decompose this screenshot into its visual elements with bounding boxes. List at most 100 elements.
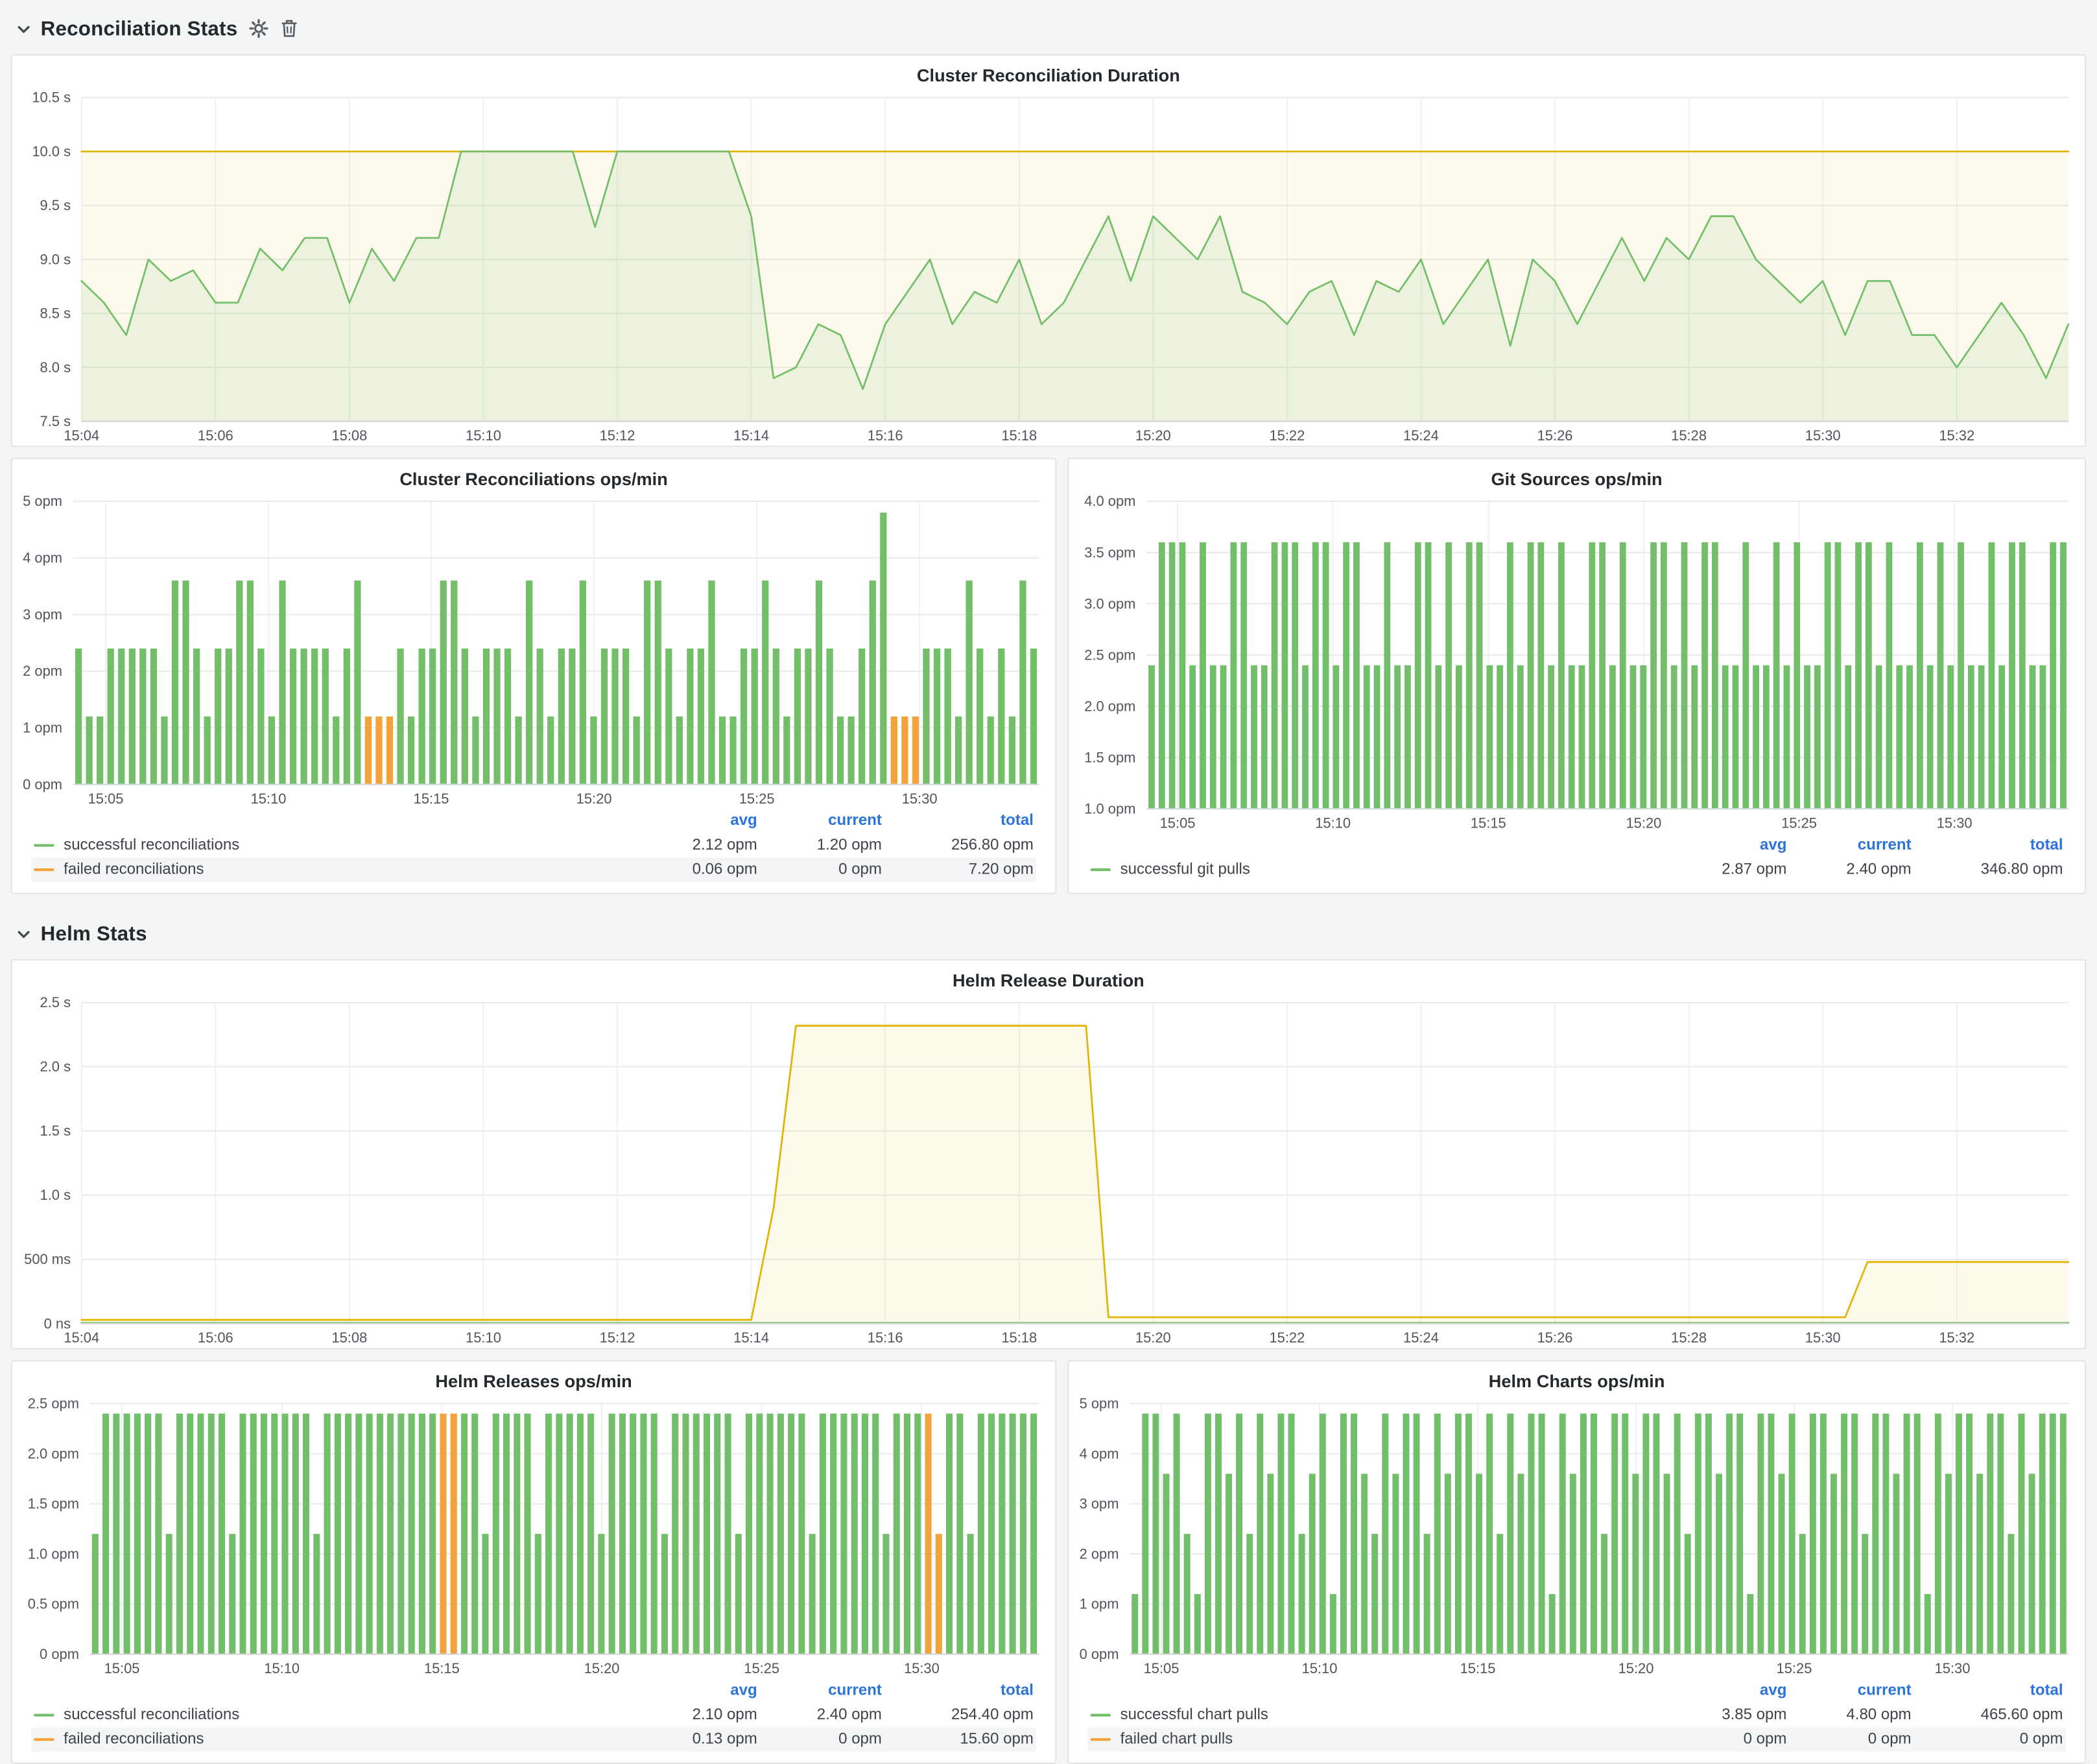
legend-col-current[interactable]: current	[1790, 833, 1914, 858]
series-swatch	[1091, 868, 1111, 871]
helm-charts-opm-chart[interactable]: 5 opm4 opm3 opm2 opm1 opm0 opm15:0515:10…	[1069, 1394, 2085, 1679]
trash-icon[interactable]	[281, 19, 298, 38]
legend-col-total[interactable]: total	[884, 1678, 1036, 1703]
gear-icon[interactable]	[250, 19, 268, 38]
panel-cluster-reconciliations-opm: Cluster Reconciliations ops/min 5 opm4 o…	[11, 458, 1057, 894]
legend-row[interactable]: successful reconciliations 2.12 opm 1.20…	[31, 833, 1036, 858]
svg-text:4 opm: 4 opm	[23, 550, 62, 566]
svg-text:15:25: 15:25	[739, 791, 775, 807]
svg-text:15:30: 15:30	[902, 791, 938, 807]
svg-text:15:15: 15:15	[424, 1660, 460, 1676]
svg-text:15:25: 15:25	[1781, 815, 1817, 831]
svg-text:15:15: 15:15	[1460, 1660, 1496, 1676]
series-swatch	[1091, 1714, 1111, 1717]
git-sources-opm-chart[interactable]: 4.0 opm3.5 opm3.0 opm2.5 opm2.0 opm1.5 o…	[1069, 492, 2085, 833]
svg-text:15:28: 15:28	[1671, 427, 1707, 444]
legend-row[interactable]: successful reconciliations 2.10 opm 2.40…	[31, 1703, 1036, 1728]
svg-text:15:20: 15:20	[1626, 815, 1661, 831]
section-title[interactable]: Reconciliation Stats	[41, 17, 238, 40]
svg-text:15:10: 15:10	[1315, 815, 1351, 831]
legend-col-current[interactable]: current	[760, 809, 884, 833]
svg-text:1.5 opm: 1.5 opm	[28, 1496, 79, 1512]
panel-title[interactable]: Helm Charts ops/min	[1069, 1361, 2085, 1394]
legend-avg-value: 2.10 opm	[635, 1703, 760, 1728]
panel-title[interactable]: Cluster Reconciliation Duration	[12, 56, 2085, 88]
chevron-down-icon[interactable]	[16, 21, 31, 36]
legend-row[interactable]: successful git pulls 2.87 opm 2.40 opm 3…	[1087, 857, 2065, 882]
legend-row[interactable]: failed reconciliations 0.06 opm 0 opm 7.…	[31, 857, 1036, 882]
svg-text:15:26: 15:26	[1537, 1329, 1573, 1346]
legend-row[interactable]: failed chart pulls 0 opm 0 opm 0 opm	[1087, 1727, 2065, 1752]
series-name: successful reconciliations	[64, 837, 239, 853]
svg-text:8.0 s: 8.0 s	[40, 359, 71, 375]
svg-text:15:32: 15:32	[1939, 1329, 1974, 1346]
helm-release-duration-chart[interactable]: 2.5 s2.0 s1.5 s1.0 s500 ms0 ns15:0415:06…	[12, 993, 2085, 1348]
legend-col-avg[interactable]: avg	[1665, 833, 1789, 858]
svg-text:15:05: 15:05	[104, 1660, 140, 1676]
legend-col-total[interactable]: total	[1914, 833, 2066, 858]
svg-text:15:14: 15:14	[733, 427, 769, 444]
svg-text:9.5 s: 9.5 s	[40, 197, 71, 213]
svg-text:15:20: 15:20	[1135, 427, 1171, 444]
panel-title[interactable]: Helm Releases ops/min	[12, 1361, 1056, 1394]
panel-title[interactable]: Git Sources ops/min	[1069, 459, 2085, 492]
panel-cluster-reconciliation-duration: Cluster Reconciliation Duration 10.5 s10…	[11, 54, 2086, 447]
legend-col-current[interactable]: current	[1790, 1678, 1914, 1703]
svg-text:15:10: 15:10	[466, 427, 501, 444]
helm-releases-opm-chart[interactable]: 2.5 opm2.0 opm1.5 opm1.0 opm0.5 opm0 opm…	[12, 1394, 1056, 1679]
legend-col-avg[interactable]: avg	[635, 809, 760, 833]
svg-text:15:04: 15:04	[64, 427, 99, 444]
svg-text:15:05: 15:05	[1160, 815, 1196, 831]
section-title[interactable]: Helm Stats	[41, 922, 147, 946]
svg-text:4.0 opm: 4.0 opm	[1084, 493, 1135, 509]
svg-text:15:10: 15:10	[264, 1660, 300, 1676]
legend-col-total[interactable]: total	[1914, 1678, 2066, 1703]
legend-col-total[interactable]: total	[884, 809, 1036, 833]
legend: avg current total successful reconciliat…	[12, 809, 1056, 893]
legend-col-current[interactable]: current	[760, 1678, 884, 1703]
svg-text:15:16: 15:16	[868, 427, 903, 444]
svg-text:15:20: 15:20	[1618, 1660, 1654, 1676]
svg-text:3.5 opm: 3.5 opm	[1084, 544, 1135, 560]
svg-text:15:28: 15:28	[1671, 1329, 1707, 1346]
panel-helm-release-duration: Helm Release Duration 2.5 s2.0 s1.5 s1.0…	[11, 959, 2086, 1350]
cluster-reconciliations-opm-chart[interactable]: 5 opm4 opm3 opm2 opm1 opm0 opm15:0515:10…	[12, 492, 1056, 809]
legend-total-value: 256.80 opm	[884, 833, 1036, 858]
legend-col-avg[interactable]: avg	[635, 1678, 760, 1703]
svg-text:15:18: 15:18	[1001, 427, 1037, 444]
legend-col-avg[interactable]: avg	[1665, 1678, 1789, 1703]
svg-text:5 opm: 5 opm	[1080, 1396, 1119, 1412]
cluster-reconciliation-duration-chart[interactable]: 10.5 s10.0 s9.5 s9.0 s8.5 s8.0 s7.5 s15:…	[12, 88, 2085, 446]
svg-text:15:05: 15:05	[1144, 1660, 1179, 1676]
svg-text:2.5 opm: 2.5 opm	[28, 1396, 79, 1412]
series-name: failed reconciliations	[64, 1732, 204, 1748]
legend-total-value: 465.60 opm	[1914, 1703, 2066, 1728]
legend-row[interactable]: successful chart pulls 3.85 opm 4.80 opm…	[1087, 1703, 2065, 1728]
legend-avg-value: 3.85 opm	[1665, 1703, 1789, 1728]
legend-avg-value: 0.06 opm	[635, 857, 760, 882]
svg-text:3 opm: 3 opm	[23, 606, 62, 623]
svg-text:15:22: 15:22	[1269, 1329, 1305, 1346]
svg-text:1.5 s: 1.5 s	[40, 1123, 71, 1139]
series-name: failed reconciliations	[64, 862, 204, 878]
legend-current-value: 0 opm	[760, 857, 884, 882]
dashboard: Reconciliation Stats	[0, 0, 2097, 1761]
svg-text:15:18: 15:18	[1001, 1329, 1037, 1346]
legend-header-row: avg current total	[31, 1678, 1036, 1703]
panel-title[interactable]: Cluster Reconciliations ops/min	[12, 459, 1056, 492]
series-swatch	[34, 868, 54, 871]
svg-text:9.0 s: 9.0 s	[40, 251, 71, 267]
legend-current-value: 1.20 opm	[760, 833, 884, 858]
svg-text:15:05: 15:05	[88, 791, 124, 807]
svg-text:15:25: 15:25	[744, 1660, 779, 1676]
legend-current-value: 2.40 opm	[760, 1703, 884, 1728]
legend-avg-value: 0 opm	[1665, 1727, 1789, 1752]
panel-title[interactable]: Helm Release Duration	[12, 960, 2085, 993]
svg-text:15:16: 15:16	[868, 1329, 903, 1346]
legend: avg current total successful reconciliat…	[12, 1678, 1056, 1763]
chevron-down-icon[interactable]	[16, 926, 31, 941]
legend-row[interactable]: failed reconciliations 0.13 opm 0 opm 15…	[31, 1727, 1036, 1752]
svg-text:2.0 opm: 2.0 opm	[1084, 698, 1135, 714]
series-name: successful reconciliations	[64, 1707, 239, 1723]
svg-text:2.5 opm: 2.5 opm	[1084, 647, 1135, 663]
